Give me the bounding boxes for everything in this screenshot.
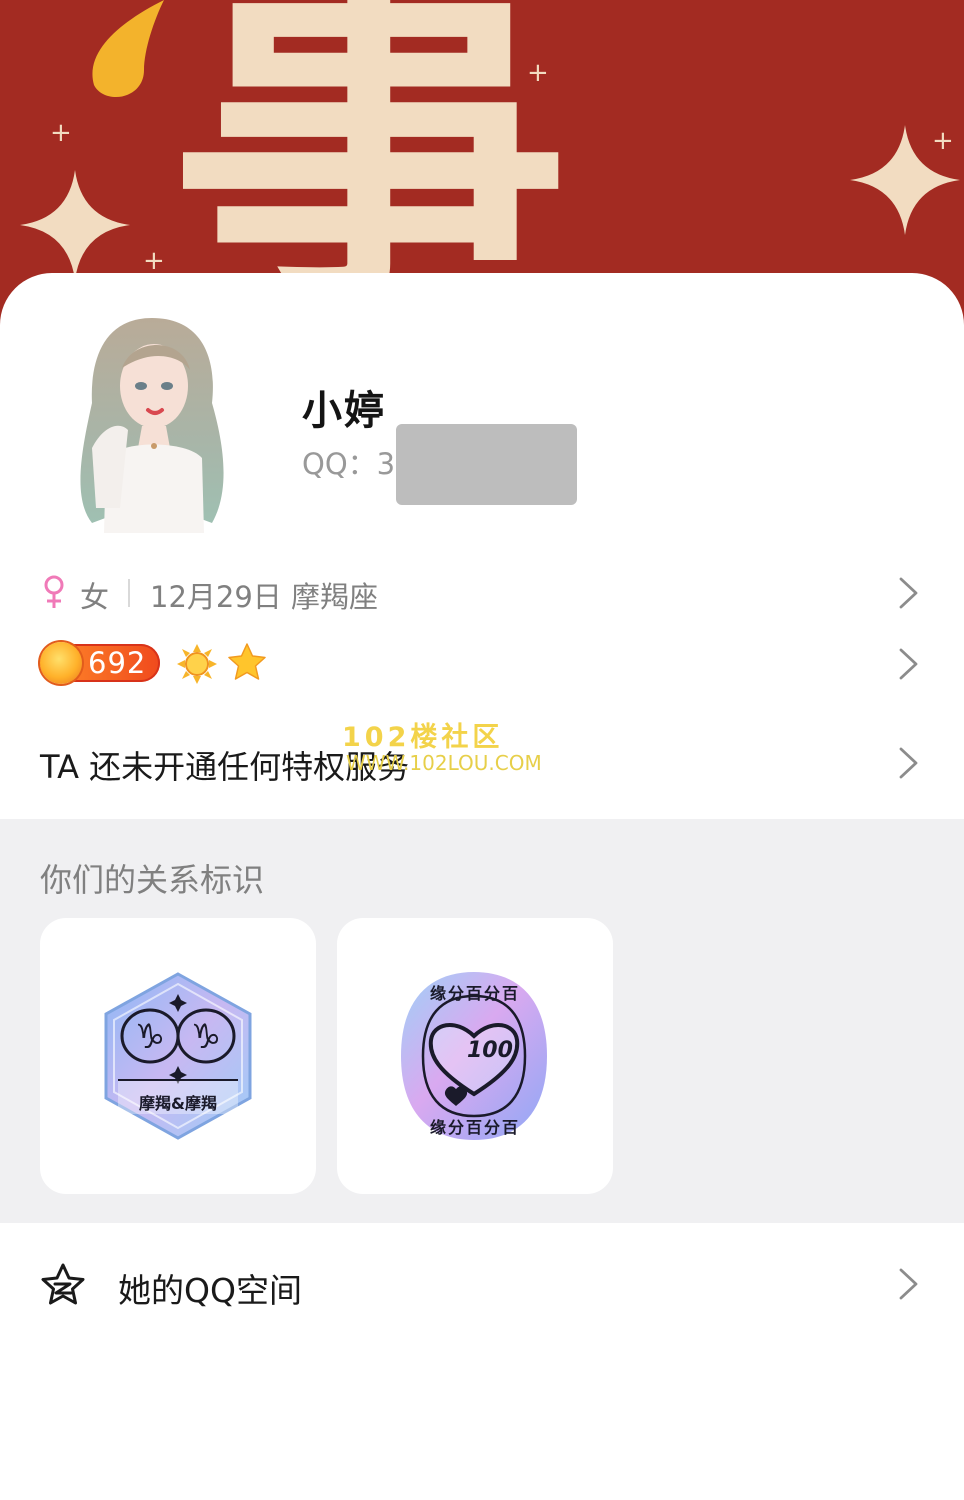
banner-sparkle-icon <box>20 170 130 280</box>
banner-plus-icon: + <box>143 246 165 276</box>
level-row[interactable]: 692 <box>0 636 964 692</box>
birthday-zodiac-text: 12月29日 摩羯座 <box>150 574 378 616</box>
capricorn-badge-icon: ♑ ♑ <box>104 972 252 1140</box>
star-icon <box>228 643 266 680</box>
svg-text:♑: ♑ <box>191 1017 221 1057</box>
chevron-right-icon <box>898 1267 920 1301</box>
qq-number-label: QQ：3 <box>302 447 396 481</box>
relationship-section: 你们的关系标识 ♑ ♑ 摩羯&摩羯 100 缘分百分百 缘分百分百 <box>0 819 964 1223</box>
qzone-row[interactable]: 她的QQ空间 <box>0 1254 964 1314</box>
chevron-right-icon <box>898 746 920 780</box>
qzone-star-icon <box>41 1263 85 1305</box>
qzone-label: 她的QQ空间 <box>118 1271 302 1310</box>
info-divider <box>128 579 130 607</box>
basic-info-row[interactable]: 女 12月29日 摩羯座 <box>0 566 964 620</box>
profile-name: 小婷 <box>302 388 386 434</box>
heart-badge-label-top: 缘分百分百 <box>429 984 520 1003</box>
qq-level-badge: 692 <box>40 642 160 684</box>
gender-text: 女 <box>80 580 110 614</box>
svg-text:♑: ♑ <box>135 1017 165 1057</box>
female-icon <box>44 575 64 608</box>
banner-plus-icon: + <box>527 58 549 88</box>
heart-badge-number: 100 <box>467 1038 513 1063</box>
birthday-text: 12月29日 <box>150 580 282 614</box>
banner-plus-icon: + <box>50 118 72 148</box>
avatar[interactable] <box>62 308 242 542</box>
watermark-title: 102楼社区 <box>342 722 504 753</box>
relationship-title: 你们的关系标识 <box>40 861 265 899</box>
level-number: 692 <box>88 646 147 680</box>
chevron-right-icon <box>898 647 920 681</box>
watermark-url: WWW.102LOU.COM <box>346 751 542 775</box>
site-watermark: 102楼社区 WWW.102LOU.COM <box>342 724 542 773</box>
relationship-badge-card[interactable]: ♑ ♑ 摩羯&摩羯 <box>40 918 316 1194</box>
level-coin-icon <box>40 642 82 684</box>
relationship-badge-card[interactable]: 100 缘分百分百 缘分百分百 <box>337 918 613 1194</box>
capricorn-badge-label: 摩羯&摩羯 <box>139 1094 217 1113</box>
banner-drop-icon <box>92 0 164 97</box>
banner-plus-icon: + <box>932 126 954 156</box>
heart-badge-label-bottom: 缘分百分百 <box>429 1118 520 1137</box>
chevron-right-icon <box>898 576 920 610</box>
zodiac-text: 摩羯座 <box>291 580 379 614</box>
qq-number-redaction <box>396 424 577 505</box>
sun-icon <box>177 644 217 684</box>
